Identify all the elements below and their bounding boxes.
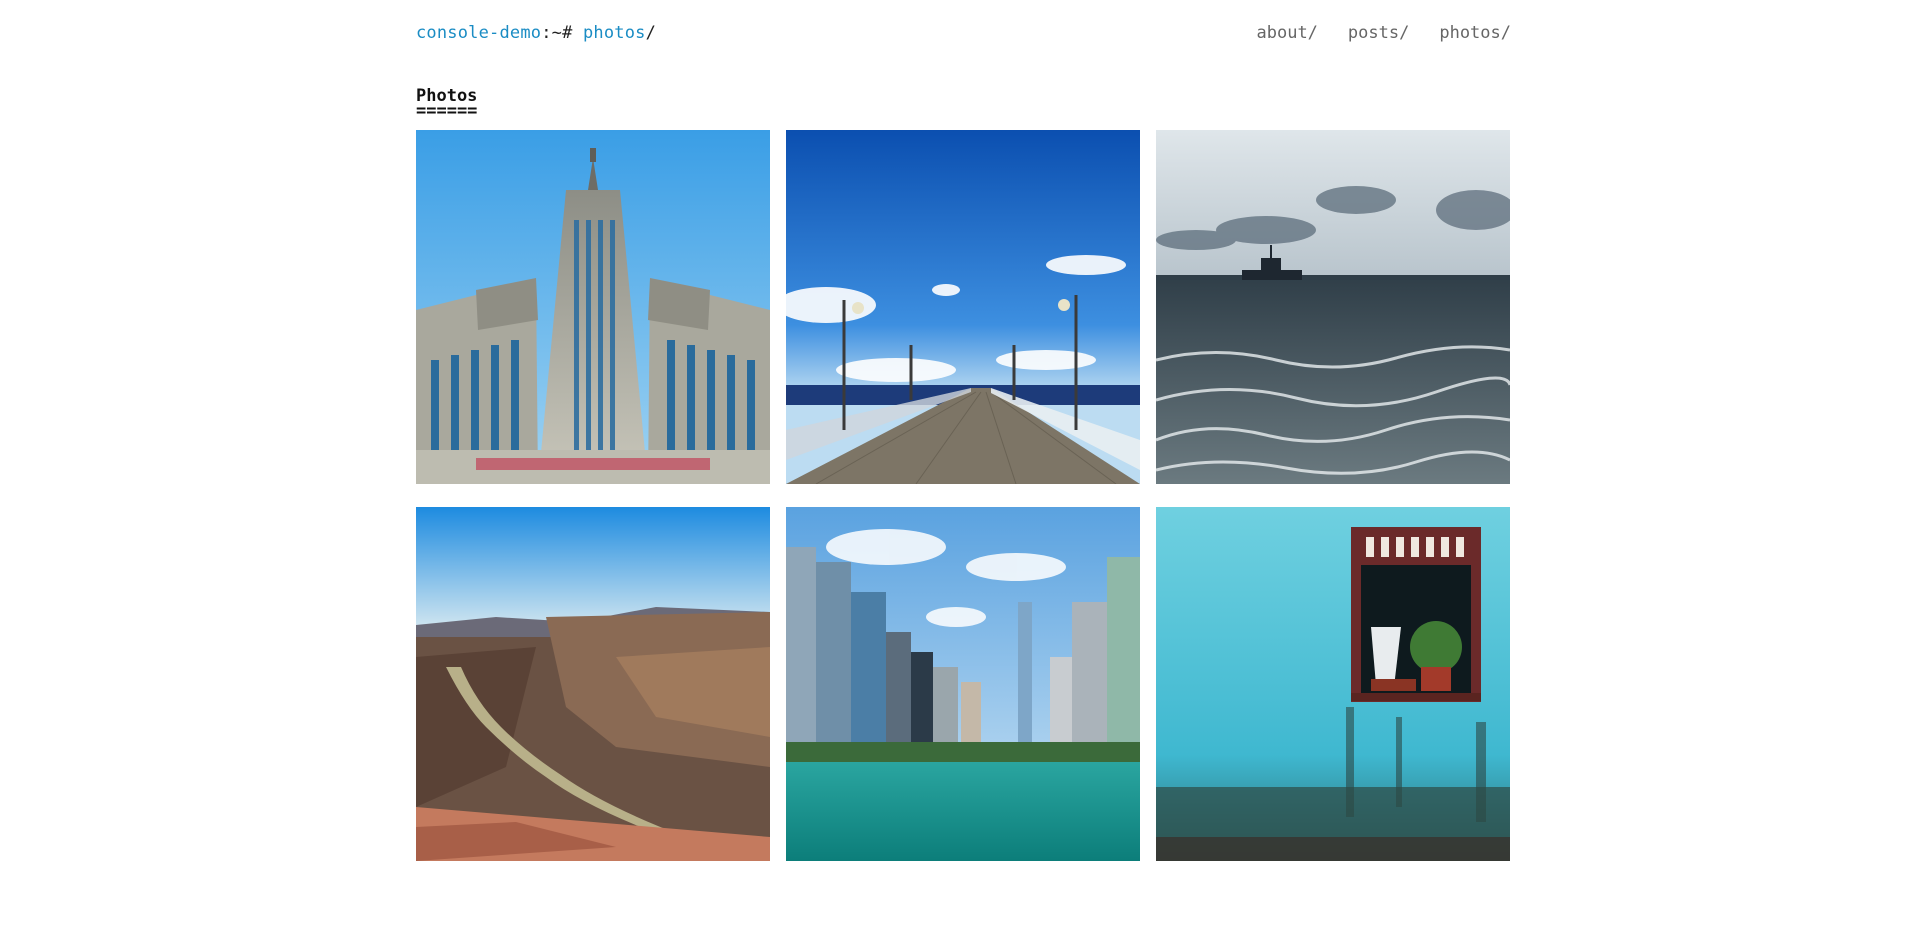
skyscraper-image xyxy=(416,130,770,484)
photo-grid xyxy=(416,130,1511,861)
wall-image xyxy=(1156,507,1510,861)
pier-image xyxy=(786,130,1140,484)
photo-stormy-sea[interactable] xyxy=(1156,130,1510,484)
breadcrumb-trailing-slash: / xyxy=(645,23,657,43)
photo-city-river[interactable] xyxy=(786,507,1140,861)
breadcrumb-photos-link[interactable]: photos xyxy=(583,23,646,43)
nav-about-link[interactable]: about/ xyxy=(1257,22,1318,44)
site-home-link[interactable]: console-demo xyxy=(416,23,541,43)
photo-skyscraper[interactable] xyxy=(416,130,770,484)
canyon-image xyxy=(416,507,770,861)
photo-pier[interactable] xyxy=(786,130,1140,484)
site-header: console-demo:~# photos/ about/ posts/ ph… xyxy=(416,0,1511,66)
page-container: console-demo:~# photos/ about/ posts/ ph… xyxy=(416,0,1511,861)
page-title-underline: ====== xyxy=(416,101,478,121)
breadcrumb: console-demo:~# photos/ xyxy=(416,22,656,44)
photo-turquoise-wall[interactable] xyxy=(1156,507,1510,861)
photo-canyon[interactable] xyxy=(416,507,770,861)
nav-photos-link[interactable]: photos/ xyxy=(1439,22,1511,44)
prompt-separator: :~# xyxy=(541,23,583,43)
main-nav: about/ posts/ photos/ xyxy=(1257,22,1512,44)
nav-posts-link[interactable]: posts/ xyxy=(1348,22,1409,44)
city-image xyxy=(786,507,1140,861)
sea-image xyxy=(1156,130,1510,484)
